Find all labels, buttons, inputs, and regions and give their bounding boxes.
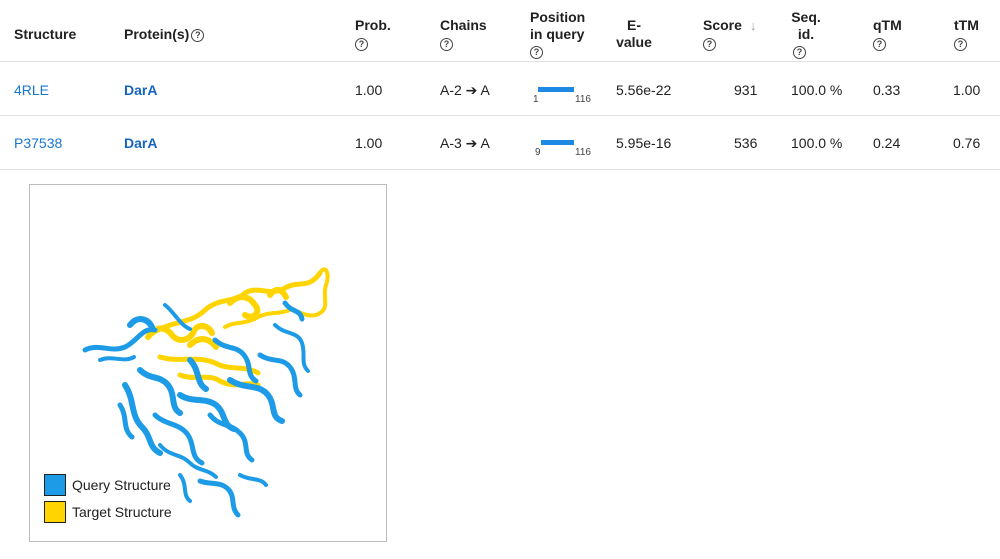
header-prob[interactable]: Prob. ? [355, 17, 391, 51]
header-position-line1: Position [530, 9, 586, 25]
legend-item-query: Query Structure [44, 471, 172, 498]
table-row[interactable]: P37538 DarA 1.00 A-3 ➔ A 9 116 5.95e-16 … [0, 116, 1000, 170]
header-seqid-line2: id. [797, 26, 815, 42]
position-bar [538, 87, 574, 92]
target-structure-ribbon [145, 267, 330, 388]
header-evalue-line2: value [616, 34, 652, 50]
seqid-value: 100.0 % [791, 82, 843, 98]
sort-descending-icon[interactable]: ↓ [750, 17, 757, 34]
position-bar [540, 140, 574, 145]
header-chains-label: Chains [440, 17, 487, 33]
header-proteins-label: Protein(s) [124, 26, 190, 42]
help-icon[interactable]: ? [440, 38, 453, 51]
header-structure[interactable]: Structure [14, 26, 76, 43]
position-end: 116 [575, 147, 591, 158]
help-icon[interactable]: ? [793, 46, 806, 59]
header-ttm-label: tTM [954, 17, 979, 33]
ttm-value: 0.76 [953, 135, 981, 151]
help-icon[interactable]: ? [954, 38, 967, 51]
seqid-value: 100.0 % [791, 135, 843, 151]
table-row[interactable]: 4RLE DarA 1.00 A-2 ➔ A 1 116 5.56e-22 93… [0, 62, 1000, 116]
header-ttm[interactable]: tTM ? [954, 17, 979, 51]
help-icon[interactable]: ? [703, 38, 716, 51]
prob-value: 1.00 [355, 135, 383, 151]
position-in-query: 1 116 [530, 82, 600, 108]
legend-label-query: Query Structure [72, 476, 171, 493]
ttm-value: 1.00 [953, 82, 981, 98]
structure-viewer[interactable]: Query Structure Target Structure [29, 184, 387, 542]
help-icon[interactable]: ? [355, 38, 368, 51]
legend-swatch-query [44, 473, 66, 496]
table-header: Structure Protein(s)? Prob. ? Chains ? P… [0, 0, 1000, 62]
position-end: 116 [575, 94, 591, 105]
help-icon[interactable]: ? [191, 28, 205, 42]
header-qtm-label: qTM [873, 17, 902, 33]
header-score-label: Score [703, 17, 742, 33]
position-start: 9 [535, 147, 541, 158]
header-seqid-line1: Seq. [791, 9, 821, 25]
score-value: 931 [734, 82, 758, 98]
legend-label-target: Target Structure [72, 503, 172, 520]
position-start: 1 [533, 94, 539, 105]
header-evalue[interactable]: E- value [616, 17, 652, 51]
qtm-value: 0.33 [873, 82, 901, 98]
header-score[interactable]: Score ↓ ? [703, 17, 756, 51]
header-position-line2: in query [530, 26, 585, 42]
viewer-legend: Query Structure Target Structure [44, 471, 172, 525]
position-in-query: 9 116 [530, 135, 600, 161]
header-evalue-line1: E- [627, 17, 641, 33]
help-icon[interactable]: ? [530, 46, 543, 59]
protein-name[interactable]: DarA [124, 135, 157, 151]
score-value: 536 [734, 135, 758, 151]
evalue-value: 5.56e-22 [616, 82, 672, 98]
header-proteins[interactable]: Protein(s)? [124, 26, 205, 43]
structure-link[interactable]: P37538 [14, 135, 62, 151]
legend-item-target: Target Structure [44, 498, 172, 525]
header-position[interactable]: Position in query ? [530, 9, 585, 59]
header-chains[interactable]: Chains ? [440, 17, 487, 51]
qtm-value: 0.24 [873, 135, 901, 151]
header-prob-label: Prob. [355, 17, 391, 33]
prob-value: 1.00 [355, 82, 383, 98]
evalue-value: 5.95e-16 [616, 135, 672, 151]
chains-value: A-3 ➔ A [440, 135, 490, 151]
legend-swatch-target [44, 500, 66, 523]
results-table: Structure Protein(s)? Prob. ? Chains ? P… [0, 0, 1000, 170]
structure-link[interactable]: 4RLE [14, 82, 49, 98]
chains-value: A-2 ➔ A [440, 82, 490, 98]
help-icon[interactable]: ? [873, 38, 886, 51]
header-qtm[interactable]: qTM ? [873, 17, 902, 51]
protein-name[interactable]: DarA [124, 82, 157, 98]
header-seqid[interactable]: Seq. id. ? [791, 9, 821, 59]
